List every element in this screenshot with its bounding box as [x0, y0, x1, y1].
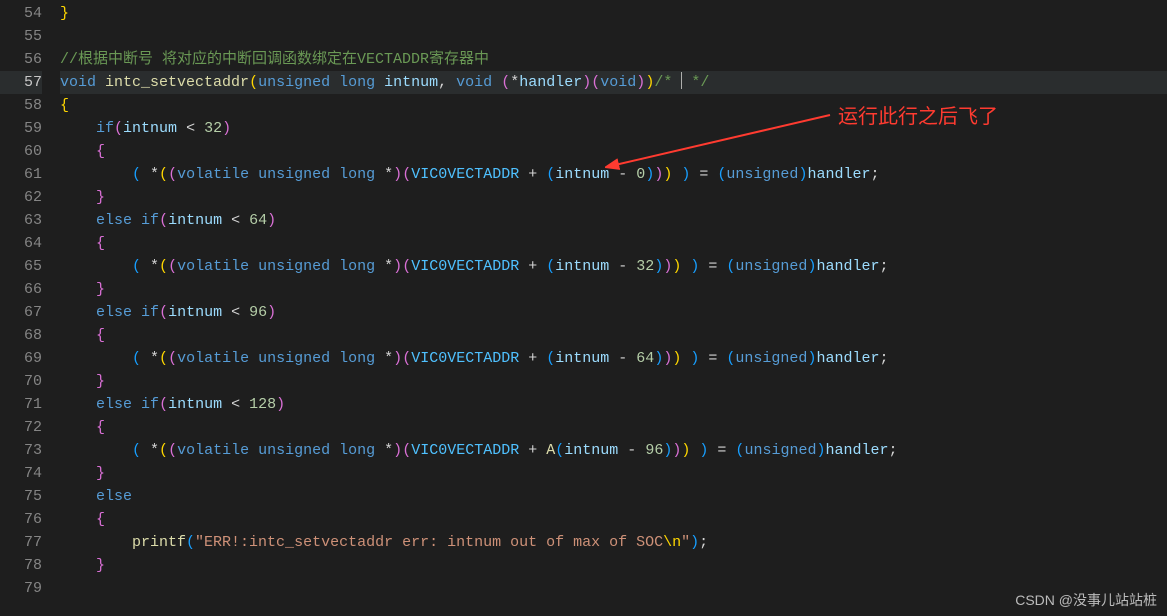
- code-line[interactable]: else: [60, 485, 1167, 508]
- line-number: 73: [0, 439, 42, 462]
- code-line[interactable]: }: [60, 278, 1167, 301]
- code-line[interactable]: {: [60, 232, 1167, 255]
- code-line[interactable]: //根据中断号 将对应的中断回调函数绑定在VECTADDR寄存器中: [60, 48, 1167, 71]
- code-line[interactable]: if(intnum < 32): [60, 117, 1167, 140]
- code-line[interactable]: {: [60, 508, 1167, 531]
- line-number: 61: [0, 163, 42, 186]
- code-line[interactable]: }: [60, 186, 1167, 209]
- code-line[interactable]: [60, 25, 1167, 48]
- line-number: 56: [0, 48, 42, 71]
- code-line[interactable]: void intc_setvectaddr(unsigned long intn…: [60, 71, 1167, 94]
- line-number: 78: [0, 554, 42, 577]
- code-line[interactable]: else if(intnum < 128): [60, 393, 1167, 416]
- code-line[interactable]: printf("ERR!:intc_setvectaddr err: intnu…: [60, 531, 1167, 554]
- code-line[interactable]: {: [60, 94, 1167, 117]
- code-line[interactable]: {: [60, 140, 1167, 163]
- code-line[interactable]: [60, 577, 1167, 600]
- code-line[interactable]: ( *((volatile unsigned long *)(VIC0VECTA…: [60, 439, 1167, 462]
- code-line[interactable]: ( *((volatile unsigned long *)(VIC0VECTA…: [60, 163, 1167, 186]
- code-line[interactable]: }: [60, 554, 1167, 577]
- line-number: 79: [0, 577, 42, 600]
- line-number: 76: [0, 508, 42, 531]
- code-line[interactable]: }: [60, 370, 1167, 393]
- code-line[interactable]: {: [60, 416, 1167, 439]
- code-line[interactable]: else if(intnum < 64): [60, 209, 1167, 232]
- line-number: 69: [0, 347, 42, 370]
- code-line[interactable]: }: [60, 462, 1167, 485]
- line-number: 62: [0, 186, 42, 209]
- annotation-text: 运行此行之后飞了: [838, 100, 998, 129]
- line-number: 57: [0, 71, 42, 94]
- line-number: 75: [0, 485, 42, 508]
- line-number: 54: [0, 2, 42, 25]
- line-number: 72: [0, 416, 42, 439]
- code-editor[interactable]: 5455565758596061626364656667686970717273…: [0, 0, 1167, 616]
- line-number: 65: [0, 255, 42, 278]
- line-number: 74: [0, 462, 42, 485]
- line-number: 71: [0, 393, 42, 416]
- line-number: 63: [0, 209, 42, 232]
- line-number: 68: [0, 324, 42, 347]
- line-number: 55: [0, 25, 42, 48]
- watermark: CSDN @没事儿站站桩: [1015, 590, 1157, 610]
- code-area[interactable]: } //根据中断号 将对应的中断回调函数绑定在VECTADDR寄存器中void i…: [60, 0, 1167, 616]
- line-number: 67: [0, 301, 42, 324]
- code-line[interactable]: ( *((volatile unsigned long *)(VIC0VECTA…: [60, 255, 1167, 278]
- line-number: 77: [0, 531, 42, 554]
- code-line[interactable]: }: [60, 2, 1167, 25]
- line-number: 59: [0, 117, 42, 140]
- line-number: 70: [0, 370, 42, 393]
- line-number: 66: [0, 278, 42, 301]
- line-number: 60: [0, 140, 42, 163]
- code-line[interactable]: {: [60, 324, 1167, 347]
- code-line[interactable]: ( *((volatile unsigned long *)(VIC0VECTA…: [60, 347, 1167, 370]
- line-number-gutter: 5455565758596061626364656667686970717273…: [0, 0, 60, 616]
- line-number: 58: [0, 94, 42, 117]
- line-number: 64: [0, 232, 42, 255]
- code-line[interactable]: else if(intnum < 96): [60, 301, 1167, 324]
